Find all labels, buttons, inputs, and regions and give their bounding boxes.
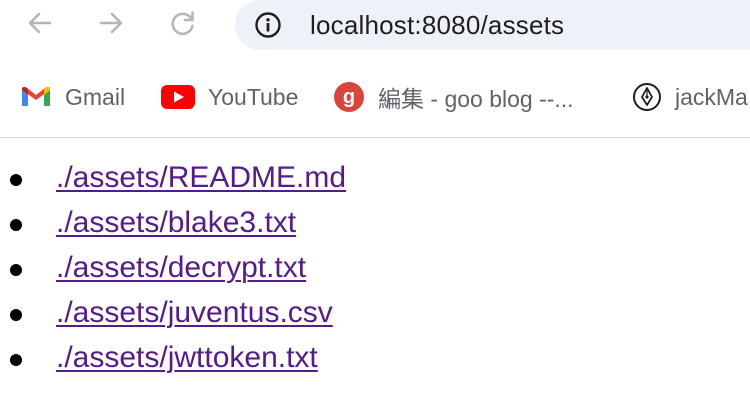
bullet-icon: [10, 219, 22, 231]
list-item: ./assets/jwttoken.txt: [10, 335, 750, 380]
asset-link[interactable]: ./assets/README.md: [56, 161, 346, 194]
bullet-icon: [10, 174, 22, 186]
browser-toolbar: localhost:8080/assets: [0, 0, 750, 50]
arrow-right-icon: [99, 12, 123, 34]
bookmark-label: jackMa: [675, 83, 748, 110]
youtube-icon: [161, 85, 195, 109]
toolbar-divider: [0, 137, 750, 138]
bookmark-label: 編集 - goo blog --...: [378, 86, 574, 112]
reload-button[interactable]: [165, 5, 201, 41]
goo-blog-icon: g: [334, 82, 364, 112]
list-item: ./assets/README.md: [10, 155, 750, 200]
back-button[interactable]: [22, 5, 58, 41]
bullet-icon: [10, 354, 22, 366]
forward-button[interactable]: [93, 5, 129, 41]
asset-link[interactable]: ./assets/juventus.csv: [56, 296, 333, 329]
bullet-icon: [10, 309, 22, 321]
pen-nib-icon: [633, 83, 661, 111]
info-circle-icon: [255, 12, 281, 38]
bookmark-label: Gmail: [65, 83, 126, 110]
page-content: ./assets/README.md ./assets/blake3.txt .…: [0, 155, 750, 380]
address-bar[interactable]: localhost:8080/assets: [235, 0, 750, 50]
asset-link[interactable]: ./assets/jwttoken.txt: [56, 341, 318, 374]
asset-list: ./assets/README.md ./assets/blake3.txt .…: [0, 155, 750, 380]
reload-icon: [171, 11, 194, 36]
bookmark-gmail[interactable]: Gmail: [20, 72, 125, 122]
bookmark-label: YouTube: [208, 83, 299, 110]
gmail-icon: [22, 87, 50, 106]
list-item: ./assets/juventus.csv: [10, 290, 750, 335]
arrow-left-icon: [28, 12, 52, 34]
bullet-icon: [10, 264, 22, 276]
asset-link[interactable]: ./assets/decrypt.txt: [56, 251, 306, 284]
bookmarks-bar: Gmail YouTube g 編集 - goo blog --... jack…: [0, 72, 750, 122]
svg-text:g: g: [343, 86, 355, 108]
list-item: ./assets/blake3.txt: [10, 200, 750, 245]
bookmark-jackma[interactable]: jackMa: [632, 72, 748, 122]
bookmark-goo-blog[interactable]: g 編集 - goo blog --...: [333, 72, 574, 122]
asset-link[interactable]: ./assets/blake3.txt: [56, 206, 296, 239]
list-item: ./assets/decrypt.txt: [10, 245, 750, 290]
site-info-button[interactable]: [253, 10, 283, 40]
bookmark-youtube[interactable]: YouTube: [161, 72, 298, 122]
url-text[interactable]: localhost:8080/assets: [310, 10, 564, 41]
